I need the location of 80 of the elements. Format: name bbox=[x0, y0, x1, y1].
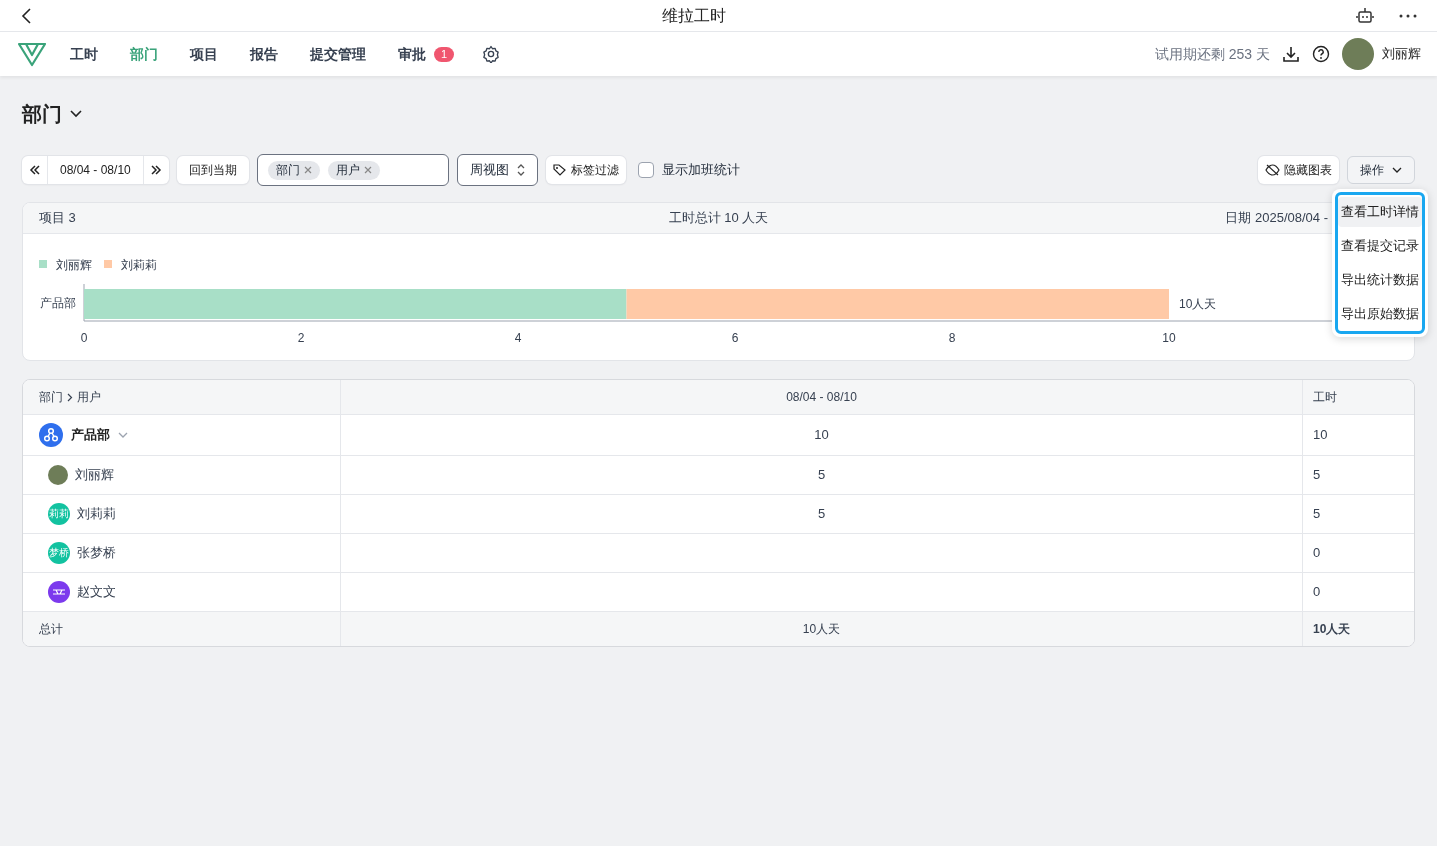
filter-tag[interactable]: 用户 bbox=[327, 160, 380, 180]
count-badge: 1 bbox=[434, 46, 455, 62]
tick-label: 2 bbox=[297, 331, 305, 345]
user-name: 刘丽辉 bbox=[75, 466, 114, 485]
tick-label: 4 bbox=[514, 331, 522, 345]
menu-item[interactable]: 查看提交记录 bbox=[1338, 231, 1422, 261]
user-name: 刘丽辉 bbox=[1382, 45, 1421, 64]
group-by-field[interactable]: 部门 用户 bbox=[256, 154, 449, 186]
menu-item[interactable]: 导出原始数据 bbox=[1338, 299, 1422, 329]
table-cell: 10 bbox=[1303, 415, 1414, 456]
avatar-photo[interactable] bbox=[1342, 38, 1374, 70]
back-to-current-button[interactable]: 回到当期 bbox=[176, 156, 249, 184]
page-title: 部门 bbox=[22, 102, 62, 127]
value-label: 10人天 bbox=[1179, 297, 1217, 311]
settings-icon[interactable] bbox=[482, 45, 501, 63]
help-icon[interactable] bbox=[1312, 45, 1330, 63]
tick-label: 10 bbox=[1162, 331, 1176, 345]
close-icon[interactable] bbox=[303, 166, 312, 174]
column-header: 部门 bbox=[39, 389, 63, 406]
tick-label: 8 bbox=[948, 331, 956, 345]
column-header: 工时 bbox=[1313, 389, 1337, 406]
double-chevron-left-icon bbox=[28, 165, 41, 175]
table-cell: 5 bbox=[1303, 456, 1414, 495]
project-count: 项目 3 bbox=[39, 209, 77, 228]
user-name: 刘莉莉 bbox=[77, 505, 116, 524]
checkbox-label: 显示加班统计 bbox=[661, 161, 740, 180]
tag-icon bbox=[552, 164, 567, 176]
tag-filter-button[interactable]: 标签过滤 bbox=[545, 156, 626, 184]
column-header: 08/04 - 08/10 bbox=[786, 389, 857, 406]
close-icon[interactable] bbox=[363, 166, 372, 174]
legend-item[interactable]: 刘莉莉 bbox=[104, 258, 157, 272]
table-cell: 5 bbox=[1303, 495, 1414, 534]
actions-button[interactable]: 操作 bbox=[1347, 156, 1415, 184]
table-cell: 5 bbox=[341, 495, 1303, 534]
robot-icon[interactable] bbox=[1355, 6, 1375, 25]
tick-label: 6 bbox=[731, 331, 739, 345]
nav-tab[interactable]: 报告 bbox=[234, 32, 294, 76]
department-icon bbox=[39, 423, 63, 447]
checkbox[interactable] bbox=[637, 162, 654, 178]
date-label: 日期 2025/08/04 - bbox=[1225, 209, 1328, 228]
avatar-photo bbox=[48, 465, 68, 485]
total-hours: 工时总计 10 人天 bbox=[668, 209, 769, 228]
hide-chart-button[interactable]: 隐藏图表 bbox=[1258, 156, 1339, 184]
nav-tab[interactable]: 项目 bbox=[174, 32, 234, 76]
legend-item[interactable]: 刘丽辉 bbox=[39, 258, 92, 272]
caret-icon[interactable] bbox=[70, 110, 82, 118]
trial-notice: 试用期还剩 253 天 bbox=[1154, 44, 1270, 64]
avatar: 莉莉 bbox=[48, 503, 70, 525]
legend-label: 刘丽辉 bbox=[56, 258, 92, 272]
legend-label: 刘莉莉 bbox=[121, 258, 157, 272]
table-cell: 5 bbox=[341, 456, 1303, 495]
tick-label: 0 bbox=[80, 331, 88, 345]
table-cell-text: 10人天 bbox=[802, 621, 841, 638]
user-name: 张梦桥 bbox=[77, 544, 116, 563]
avatar: 梦桥 bbox=[48, 542, 70, 564]
total-label: 总计 bbox=[39, 621, 63, 638]
column-header: 用户 bbox=[77, 389, 101, 406]
chevron-right-icon bbox=[67, 392, 73, 402]
nav-tab[interactable]: 工时 bbox=[54, 32, 114, 76]
download-icon[interactable] bbox=[1282, 45, 1300, 63]
menu-item[interactable]: 查看工时详情 bbox=[1338, 197, 1422, 227]
double-chevron-right-icon bbox=[150, 165, 163, 175]
category-label: 产品部 bbox=[40, 296, 76, 310]
filter-tag[interactable]: 部门 bbox=[267, 160, 320, 180]
nav-tab[interactable]: 审批 1 bbox=[382, 32, 471, 76]
nav-tab[interactable]: 提交管理 bbox=[294, 32, 382, 76]
eye-off-icon bbox=[1265, 164, 1280, 176]
more-icon[interactable] bbox=[1399, 13, 1417, 18]
department-name: 产品部 bbox=[71, 426, 110, 445]
menu-item[interactable]: 导出统计数据 bbox=[1338, 265, 1422, 295]
logo-icon[interactable] bbox=[18, 41, 46, 67]
table-cell: 0 bbox=[1303, 534, 1414, 573]
table-cell-text: 10人天 bbox=[1313, 621, 1351, 638]
sort-icon bbox=[516, 164, 525, 176]
caret-icon bbox=[1392, 167, 1402, 173]
table-cell: 10 bbox=[341, 415, 1303, 456]
view-select[interactable]: 周视图 bbox=[456, 154, 538, 186]
app-title: 维拉工时 bbox=[661, 5, 726, 26]
user-name: 赵文文 bbox=[77, 583, 116, 602]
back-icon[interactable] bbox=[20, 6, 32, 25]
